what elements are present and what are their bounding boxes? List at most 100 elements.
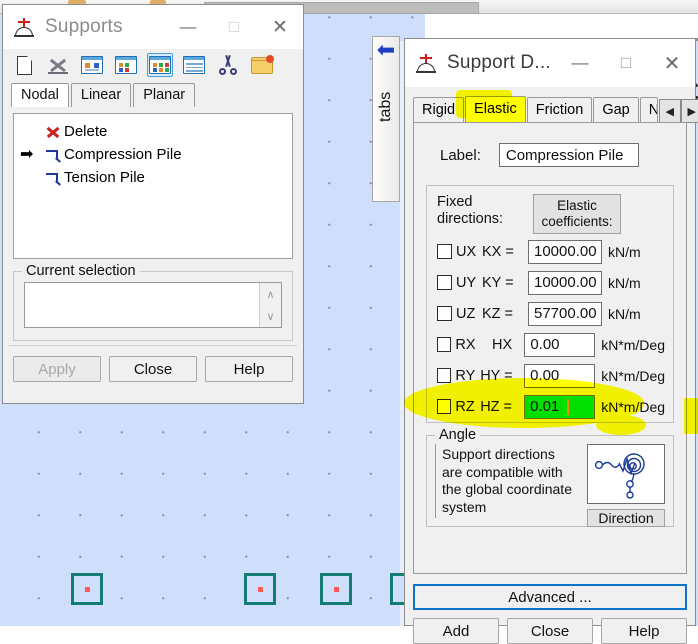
direction-label-ux: UX bbox=[456, 243, 477, 260]
list-item[interactable]: ➡ Compression Pile bbox=[14, 143, 292, 166]
small-icons-view-button[interactable] bbox=[113, 53, 139, 77]
supports-toolbar[interactable] bbox=[3, 49, 303, 81]
input-hz[interactable]: 0.01 bbox=[524, 394, 596, 419]
tab-linear[interactable]: Linear bbox=[70, 83, 132, 107]
spinner-down-icon[interactable]: ∨ bbox=[260, 305, 281, 327]
current-selection-group: Current selection ∧ ∨ bbox=[13, 263, 293, 341]
list-item[interactable]: Tension Pile bbox=[14, 166, 292, 189]
node-point bbox=[258, 587, 263, 592]
coefficient-label-hz: HZ = bbox=[480, 398, 513, 415]
apply-button[interactable]: Apply bbox=[13, 356, 101, 382]
input-kz[interactable]: 57700.00 bbox=[528, 301, 602, 326]
fixed-directions-line2: directions: bbox=[437, 210, 504, 227]
coefficients-fieldset: Fixed directions: Elastic coefficients: … bbox=[426, 185, 674, 423]
open-folder-button[interactable] bbox=[249, 53, 275, 77]
supports-window-title: Supports bbox=[45, 16, 123, 37]
support-direction-preview-icon bbox=[587, 444, 665, 504]
new-document-button[interactable] bbox=[11, 53, 37, 77]
list-item-label: Delete bbox=[64, 123, 108, 140]
elastic-button-line2: coefficients: bbox=[541, 214, 613, 230]
direction-button[interactable]: Direction bbox=[587, 509, 665, 527]
large-icons-view-button[interactable] bbox=[79, 53, 105, 77]
unit-kz: kN/m bbox=[608, 305, 641, 322]
left-arrow-icon[interactable]: ⬅ bbox=[374, 39, 398, 61]
input-kx[interactable]: 10000.00 bbox=[528, 239, 602, 264]
elastic-coefficients-button[interactable]: Elastic coefficients: bbox=[533, 194, 621, 235]
delete-icon bbox=[48, 56, 68, 74]
direction-sketch-svg bbox=[594, 453, 645, 499]
checkbox-uy[interactable] bbox=[437, 275, 452, 291]
supports-list[interactable]: Delete ➡ Compression Pile Tension Pile bbox=[13, 113, 293, 259]
input-hx[interactable]: 0.00 bbox=[524, 332, 596, 357]
input-ky[interactable]: 10000.00 bbox=[528, 270, 602, 295]
help-button[interactable]: Help bbox=[601, 618, 687, 644]
tab-nodal[interactable]: Nodal bbox=[11, 83, 69, 107]
advanced-button[interactable]: Advanced ... bbox=[413, 584, 687, 610]
close-icon[interactable]: ✕ bbox=[257, 5, 303, 49]
coefficient-label-kz: KZ = bbox=[482, 305, 514, 322]
details-view-button[interactable] bbox=[181, 53, 207, 77]
unit-hz: kN*m/Deg bbox=[601, 398, 666, 415]
label-input[interactable]: Compression Pile bbox=[498, 143, 639, 167]
maximize-icon[interactable]: □ bbox=[211, 5, 257, 49]
delete-button[interactable] bbox=[45, 53, 71, 77]
elastic-tab-panel: Label: Compression Pile Fixed directions… bbox=[413, 122, 687, 574]
list-view-button[interactable] bbox=[147, 53, 173, 77]
large-icons-view-icon bbox=[81, 56, 103, 74]
supports-button-row[interactable]: Apply Close Help bbox=[3, 346, 303, 392]
spinner-up-icon[interactable]: ∧ bbox=[260, 283, 281, 305]
close-button[interactable]: Close bbox=[507, 618, 593, 644]
checkbox-ux[interactable] bbox=[437, 244, 452, 260]
unit-kx: kN/m bbox=[608, 243, 641, 260]
direction-label-uz: UZ bbox=[456, 305, 476, 322]
help-button[interactable]: Help bbox=[205, 356, 293, 382]
support-definition-titlebar[interactable]: Support D... — □ ✕ bbox=[405, 39, 695, 87]
supports-window-controls[interactable]: — □ ✕ bbox=[165, 5, 303, 49]
minimize-icon[interactable]: — bbox=[557, 39, 603, 87]
tab-elastic[interactable]: Elastic bbox=[465, 96, 526, 123]
tab-friction[interactable]: Friction bbox=[526, 97, 593, 123]
support-definition-dialog[interactable]: Support D... — □ ✕ Rigid Elastic Frictio… bbox=[404, 38, 698, 644]
add-button[interactable]: Add bbox=[413, 618, 499, 644]
checkbox-rz[interactable] bbox=[437, 399, 452, 415]
list-item[interactable]: Delete bbox=[14, 120, 292, 143]
right-white-band bbox=[425, 14, 698, 38]
support-definition-body: Rigid Elastic Friction Gap Nonli ◀ ▶ Lab… bbox=[405, 87, 698, 574]
current-selection-input[interactable] bbox=[25, 283, 259, 327]
direction-label-rx: RX bbox=[455, 336, 476, 353]
cut-button[interactable] bbox=[215, 53, 241, 77]
minimize-icon[interactable]: — bbox=[165, 5, 211, 49]
tab-scroll-buttons[interactable]: ◀ ▶ bbox=[658, 99, 698, 123]
list-view-icon bbox=[149, 56, 171, 74]
label-caption: Label: bbox=[440, 146, 481, 164]
close-button[interactable]: Close bbox=[109, 356, 197, 382]
support-definition-button-row[interactable]: Add Close Help bbox=[405, 610, 695, 644]
input-hy[interactable]: 0.00 bbox=[524, 363, 596, 388]
angle-group: Angle Support directions are compatible … bbox=[426, 427, 674, 527]
tab-scroll-left-icon[interactable]: ◀ bbox=[658, 99, 681, 123]
supports-titlebar[interactable]: Supports — □ ✕ bbox=[3, 5, 303, 49]
checkbox-ry[interactable] bbox=[437, 368, 452, 384]
current-selection-field[interactable]: ∧ ∨ bbox=[24, 282, 282, 328]
pile-icon bbox=[42, 148, 64, 163]
checkbox-rx[interactable] bbox=[437, 337, 452, 353]
support-icon bbox=[415, 53, 437, 73]
elastic-button-line1: Elastic bbox=[557, 198, 597, 213]
support-definition-tabs[interactable]: Rigid Elastic Friction Gap Nonli ◀ ▶ bbox=[413, 95, 698, 123]
support-definition-controls[interactable]: — □ ✕ bbox=[557, 39, 695, 87]
coefficient-row-uy: UY KY = 10000.00 kN/m bbox=[437, 269, 665, 296]
unit-hx: kN*m/Deg bbox=[601, 336, 665, 353]
supports-window[interactable]: Supports — □ ✕ Nodal Linear Planar Delet… bbox=[2, 4, 304, 404]
direction-label-uy: UY bbox=[456, 274, 477, 291]
current-selection-spinner[interactable]: ∧ ∨ bbox=[259, 283, 281, 327]
tab-scroll-right-icon[interactable]: ▶ bbox=[680, 99, 698, 123]
tab-gap[interactable]: Gap bbox=[593, 97, 639, 123]
checkbox-uz[interactable] bbox=[437, 306, 452, 322]
tab-nonlinear[interactable]: Nonli bbox=[639, 97, 658, 123]
maximize-icon[interactable]: □ bbox=[603, 39, 649, 87]
supports-tabs[interactable]: Nodal Linear Planar bbox=[3, 81, 303, 107]
tab-planar[interactable]: Planar bbox=[133, 83, 196, 107]
close-icon[interactable]: ✕ bbox=[649, 39, 695, 87]
support-definition-title: Support D... bbox=[447, 52, 551, 73]
tab-rigid[interactable]: Rigid bbox=[413, 97, 465, 123]
